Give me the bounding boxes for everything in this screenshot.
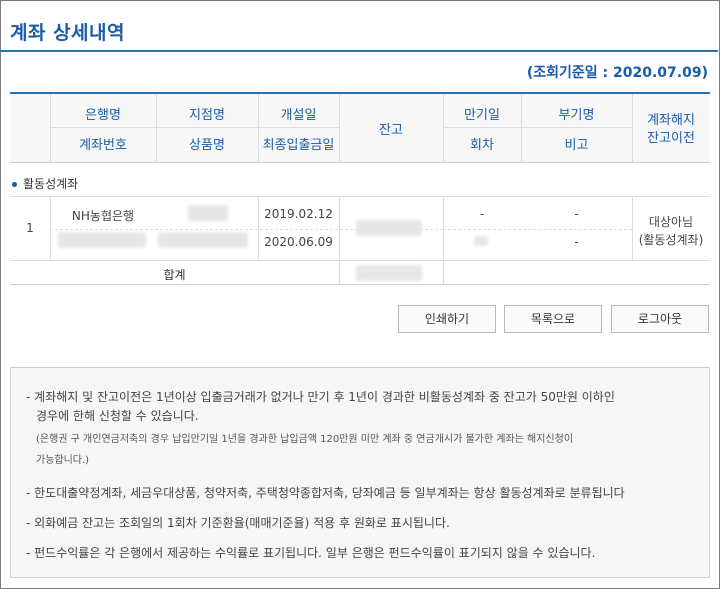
row-maturity: - [479, 207, 485, 221]
row-bottom-rule [10, 260, 710, 261]
notice-1-sub2: 가능합니다.) [36, 455, 90, 466]
header-branch: 지점명 [189, 108, 225, 123]
notice-2: - 한도대출약정계좌, 세금우대상품, 청약저축, 주택청약종합저축, 당좌예금… [26, 486, 625, 500]
section-active-accounts: 활동성계좌 [12, 175, 78, 192]
row-opened-date: 2019.02.12 [264, 207, 333, 221]
row-bank: NH농협은행 [71, 209, 135, 223]
row-mid-rule [443, 229, 632, 230]
notice-3: - 외화예금 잔고는 조회일의 1회차 기준환율(매매기준율) 적용 후 원화로… [26, 516, 450, 530]
row-remarks: - [574, 235, 579, 249]
section-label: 활동성계좌 [23, 177, 79, 191]
notice-1-line1: - 계좌해지 및 잔고이전은 1년이상 입출금거래가 없거나 만기 후 1년이 … [26, 390, 615, 404]
row-status-line2: (활동성계좌) [638, 233, 704, 247]
row-last-deposit-date: 2020.06.09 [264, 235, 333, 249]
notice-4: - 펀드수익률은 각 은행에서 제공하는 수익률로 표기됩니다. 일부 은행은 … [26, 546, 596, 560]
header-maturity: 만기일 [464, 108, 500, 123]
masked-branch [188, 205, 228, 221]
masked-account-number [58, 232, 146, 248]
header-bank: 은행명 [85, 108, 121, 123]
section-rule [10, 196, 710, 197]
total-label: 합계 [163, 268, 186, 282]
notice-1-sub1: (은행권 구 개인연금저축의 경우 납입만기일 1년을 경과한 납입금액 120… [36, 434, 574, 445]
reference-date: (조회기준일 : 2020.07.09) [526, 65, 708, 81]
header-remarks: 비고 [564, 138, 589, 153]
title-divider [0, 50, 718, 52]
header-mid-rule [50, 127, 339, 128]
header-account-no: 계좌번호 [79, 138, 127, 153]
header-transfer: 잔고이전 [647, 131, 695, 146]
print-button[interactable]: 인쇄하기 [398, 305, 496, 333]
masked-round [474, 236, 488, 246]
header-opened: 개설일 [280, 108, 317, 123]
header-termination: 계좌해지 [647, 113, 695, 128]
header-subtype: 부기명 [558, 108, 595, 123]
notice-1-line2: 경우에 한해 신청할 수 있습니다. [36, 409, 199, 423]
logout-button[interactable]: 로그아웃 [611, 305, 709, 333]
col-divider [50, 196, 51, 260]
header-product: 상품명 [189, 138, 225, 153]
page-title: 계좌 상세내역 [10, 22, 125, 44]
header-bottom-rule [10, 162, 710, 163]
list-button[interactable]: 목록으로 [504, 305, 602, 333]
row-number: 1 [26, 221, 34, 235]
masked-product [158, 232, 248, 248]
table-bottom-rule [10, 284, 710, 285]
header-last-deposit: 최종입출금일 [262, 138, 335, 153]
masked-total-balance [356, 265, 422, 281]
header-balance: 잔고 [379, 123, 403, 138]
row-status-line1: 대상아님 [648, 215, 694, 229]
col-divider [258, 196, 259, 260]
header-mid-rule [443, 127, 632, 128]
masked-balance [356, 220, 422, 236]
header-round: 회차 [470, 138, 494, 153]
bullet-icon [12, 182, 17, 187]
row-subtype: - [574, 207, 579, 221]
col-divider [339, 196, 340, 284]
